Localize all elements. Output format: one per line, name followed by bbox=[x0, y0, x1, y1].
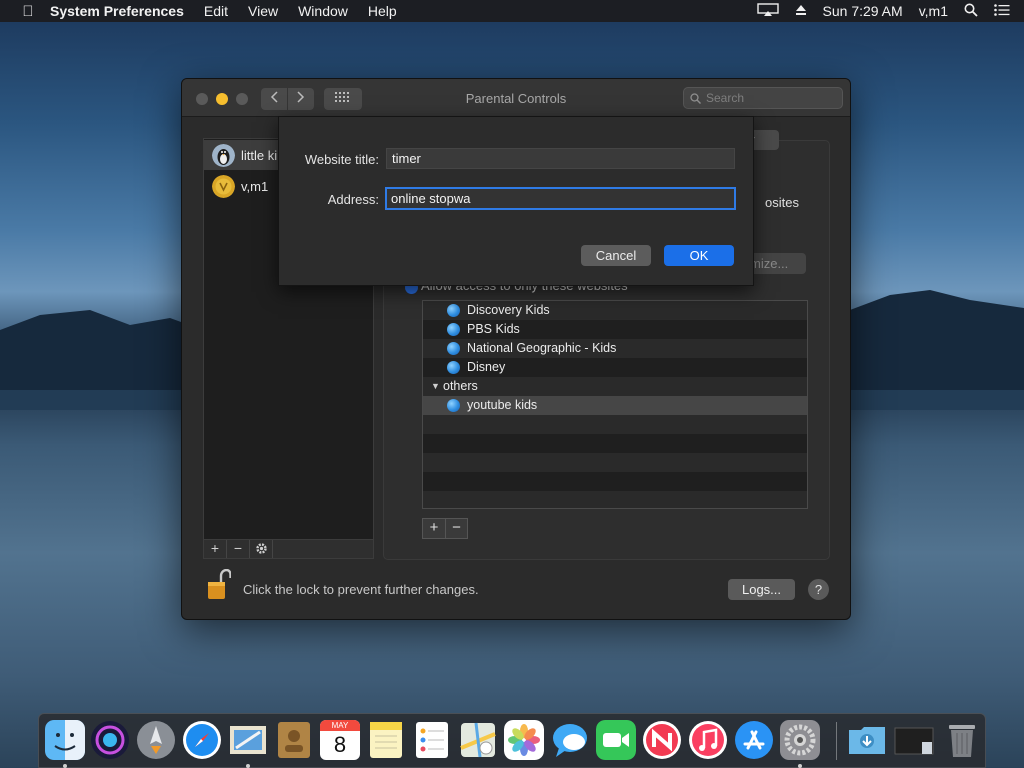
menu-window[interactable]: Window bbox=[298, 3, 348, 19]
list-item[interactable]: PBS Kids bbox=[423, 320, 807, 339]
notes-icon[interactable] bbox=[366, 720, 406, 760]
calendar-day: 8 bbox=[333, 732, 347, 757]
empty-row bbox=[423, 491, 807, 508]
list-item[interactable]: Disney bbox=[423, 358, 807, 377]
facetime-icon[interactable] bbox=[596, 720, 636, 760]
logs-button[interactable]: Logs... bbox=[728, 579, 795, 600]
menu-user[interactable]: v,m1 bbox=[919, 3, 948, 19]
menu-edit[interactable]: Edit bbox=[204, 3, 228, 19]
contacts-icon[interactable] bbox=[274, 720, 314, 760]
eject-icon[interactable] bbox=[795, 4, 807, 19]
menu-help[interactable]: Help bbox=[368, 3, 397, 19]
title-bar: Parental Controls Search bbox=[182, 79, 850, 117]
dock-separator bbox=[836, 722, 837, 760]
reminders-icon[interactable] bbox=[412, 720, 452, 760]
websites-option-label: osites bbox=[765, 195, 799, 210]
customize-button[interactable]: mize... bbox=[748, 253, 806, 274]
lock-icon[interactable] bbox=[207, 569, 231, 601]
group-label: others bbox=[443, 379, 478, 393]
search-field[interactable]: Search bbox=[683, 87, 843, 109]
airplay-icon[interactable] bbox=[756, 2, 779, 20]
photos-icon[interactable] bbox=[504, 720, 544, 760]
remove-user-button[interactable]: − bbox=[227, 540, 250, 558]
music-icon[interactable] bbox=[688, 720, 728, 760]
menu-clock[interactable]: Sun 7:29 AM bbox=[823, 3, 903, 19]
system-preferences-icon[interactable] bbox=[780, 720, 820, 760]
empty-row bbox=[423, 415, 807, 434]
gear-icon bbox=[255, 543, 267, 554]
apple-menu-icon[interactable]:  bbox=[18, 3, 38, 20]
globe-icon bbox=[447, 304, 460, 317]
siri-icon[interactable] bbox=[90, 720, 130, 760]
notification-center-icon[interactable] bbox=[994, 3, 1010, 19]
running-indicator bbox=[63, 764, 67, 768]
website-title-label: Website title: bbox=[304, 152, 379, 167]
websites-list-toolbar: + − bbox=[422, 518, 468, 539]
menu-bar:  System Preferences Edit View Window He… bbox=[0, 0, 1024, 22]
ok-button[interactable]: OK bbox=[664, 245, 734, 266]
user-avatar-icon bbox=[212, 175, 235, 198]
address-field[interactable] bbox=[385, 187, 736, 210]
penguin-avatar-icon bbox=[212, 144, 235, 167]
calendar-icon[interactable]: MAY 8 bbox=[320, 720, 360, 760]
allowed-websites-list: Discovery Kids PBS Kids National Geograp… bbox=[422, 300, 808, 509]
news-icon[interactable] bbox=[642, 720, 682, 760]
cancel-button[interactable]: Cancel bbox=[581, 245, 651, 266]
app-store-icon[interactable] bbox=[734, 720, 774, 760]
menu-view[interactable]: View bbox=[248, 3, 278, 19]
site-label: PBS Kids bbox=[467, 322, 520, 336]
remove-website-button[interactable]: − bbox=[445, 519, 467, 538]
site-label: youtube kids bbox=[467, 398, 538, 412]
group-row-others[interactable]: ▼ others bbox=[423, 377, 807, 396]
downloads-icon[interactable] bbox=[847, 720, 887, 760]
dock: MAY 8 bbox=[38, 713, 986, 768]
site-label: Discovery Kids bbox=[467, 303, 550, 317]
globe-icon bbox=[447, 323, 460, 336]
mail-icon[interactable] bbox=[228, 720, 268, 760]
add-website-sheet: Website title: Address: Cancel OK bbox=[278, 116, 754, 286]
user-actions-button[interactable] bbox=[250, 540, 273, 558]
help-button[interactable]: ? bbox=[808, 579, 829, 600]
users-list-toolbar: + − bbox=[203, 539, 374, 559]
add-website-button[interactable]: + bbox=[423, 519, 445, 538]
disclosure-triangle-icon[interactable]: ▼ bbox=[431, 377, 440, 396]
running-indicator bbox=[246, 764, 250, 768]
spotlight-search-icon[interactable] bbox=[964, 3, 978, 20]
user-name: little ki bbox=[241, 148, 278, 163]
list-item[interactable]: Discovery Kids bbox=[423, 301, 807, 320]
search-icon bbox=[690, 88, 701, 110]
screenshot-icon[interactable] bbox=[894, 720, 934, 760]
list-item[interactable]: youtube kids bbox=[423, 396, 807, 415]
globe-icon bbox=[447, 399, 460, 412]
site-label: National Geographic - Kids bbox=[467, 341, 617, 355]
website-title-field[interactable] bbox=[386, 148, 735, 169]
trash-icon[interactable] bbox=[942, 720, 982, 760]
list-item[interactable]: National Geographic - Kids bbox=[423, 339, 807, 358]
site-label: Disney bbox=[467, 360, 506, 374]
launchpad-icon[interactable] bbox=[136, 720, 176, 760]
safari-icon[interactable] bbox=[182, 720, 222, 760]
calendar-month: MAY bbox=[320, 720, 360, 731]
running-indicator bbox=[798, 764, 802, 768]
globe-icon bbox=[447, 342, 460, 355]
messages-icon[interactable] bbox=[550, 720, 590, 760]
search-placeholder: Search bbox=[706, 91, 745, 105]
globe-icon bbox=[447, 361, 460, 374]
menu-app-name[interactable]: System Preferences bbox=[50, 3, 184, 19]
add-user-button[interactable]: + bbox=[204, 540, 227, 558]
empty-row bbox=[423, 453, 807, 472]
finder-icon[interactable] bbox=[45, 720, 85, 760]
address-label: Address: bbox=[327, 192, 379, 207]
maps-icon[interactable] bbox=[458, 720, 498, 760]
lock-message: Click the lock to prevent further change… bbox=[243, 582, 479, 597]
user-name: v,m1 bbox=[241, 179, 269, 194]
